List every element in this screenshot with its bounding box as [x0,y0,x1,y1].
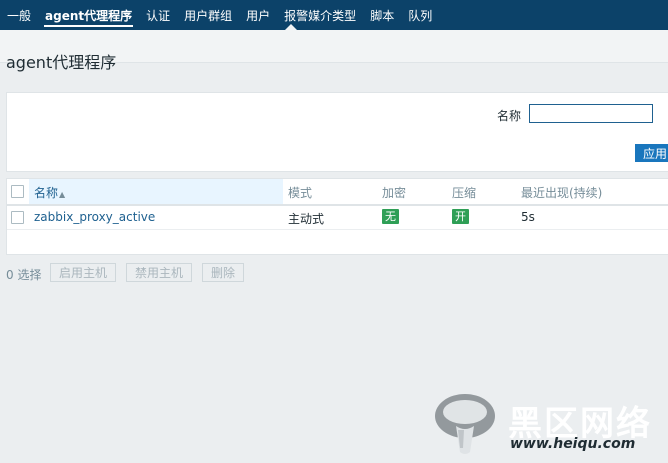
page-title: agent代理程序 [6,52,117,72]
name-filter-input[interactable] [529,104,653,123]
last-seen-value: 5s [521,210,535,224]
column-header-last-seen: 最近出现(持续) [521,186,603,200]
title-bar: agent代理程序 [0,30,668,72]
apply-button[interactable]: 应用 [635,144,668,162]
tab-users[interactable]: 用户 [239,0,277,30]
compression-badge: 开 [452,209,469,224]
tab-scripts[interactable]: 脚本 [363,0,401,30]
enable-hosts-button[interactable]: 启用主机 [50,263,117,282]
column-header-name-label: 名称 [34,186,59,200]
column-header-name[interactable]: 名称▲ [34,184,65,201]
name-filter-label: 名称 [497,109,522,123]
site-watermark: 黑区网络 www.heiqu.com [430,386,668,460]
delete-button[interactable]: 删除 [202,263,245,282]
tab-general[interactable]: 一般 [0,0,38,30]
watermark-url: www.heiqu.com [510,436,636,452]
column-header-mode: 模式 [288,186,313,200]
proxies-table: 名称▲ 模式 加密 压缩 最近出现(持续) zabbix_proxy_activ… [6,178,668,255]
proxy-mode: 主动式 [288,212,325,226]
row-checkbox[interactable] [11,211,24,224]
tab-agent-proxies[interactable]: agent代理程序 [38,0,139,30]
top-tab-bar: 一般 agent代理程序 认证 用户群组 用户 报警媒介类型 脚本 队列 [0,0,668,30]
encryption-badge: 无 [382,209,399,224]
column-header-encryption: 加密 [382,186,407,200]
selected-count: 0 选择 [6,268,42,282]
table-header: 名称▲ 模式 加密 压缩 最近出现(持续) [7,179,668,206]
tab-authentication[interactable]: 认证 [139,0,177,30]
table-row: zabbix_proxy_active 主动式 无 开 5s [7,206,668,230]
disable-hosts-button[interactable]: 禁用主机 [126,263,193,282]
tab-queue[interactable]: 队列 [401,0,439,30]
mushroom-logo-icon [435,394,495,454]
select-all-checkbox[interactable] [11,185,24,198]
filter-panel: 名称 应用 [6,92,668,172]
proxy-name-link[interactable]: zabbix_proxy_active [34,210,155,224]
sort-ascending-icon: ▲ [59,190,66,199]
tab-user-groups[interactable]: 用户群组 [177,0,239,30]
sorted-column-highlight [29,179,283,204]
column-header-compression: 压缩 [452,186,477,200]
